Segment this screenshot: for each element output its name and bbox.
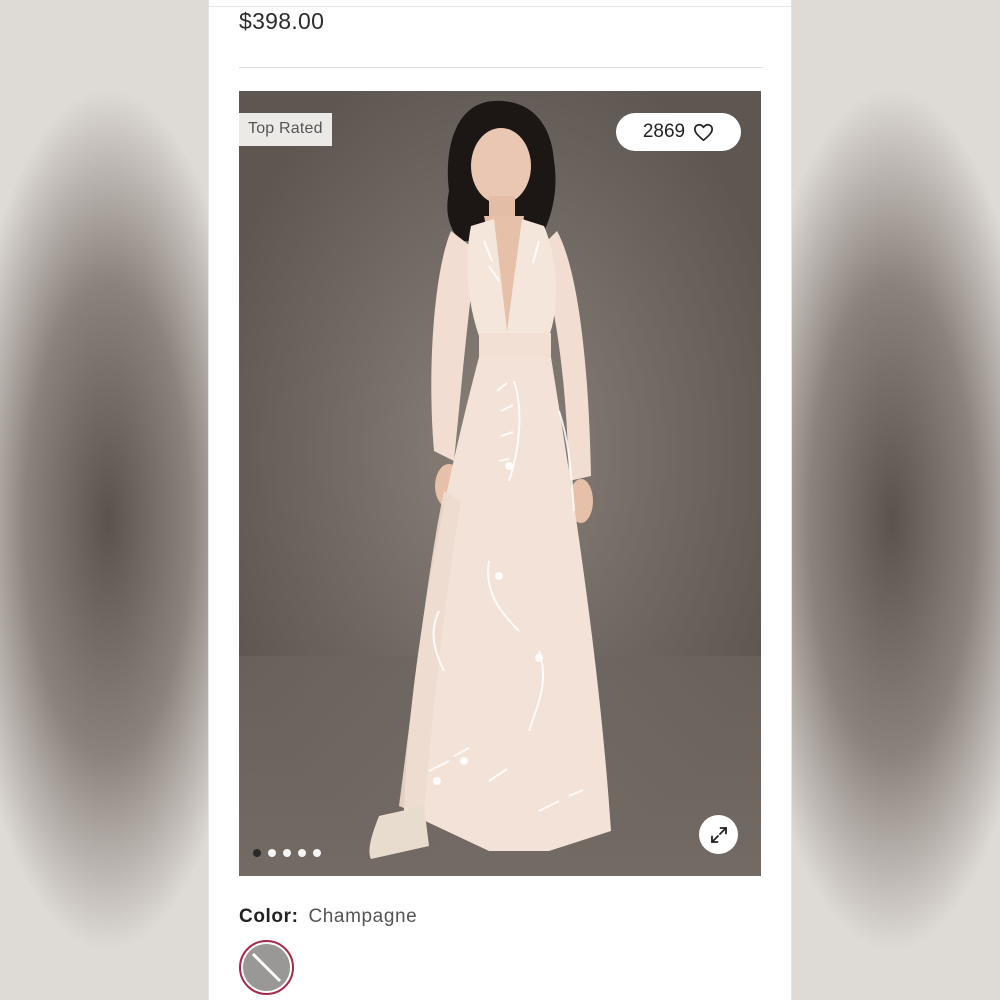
price-divider [239,67,763,68]
carousel-dots [253,849,321,857]
carousel-dot-1[interactable] [253,849,261,857]
blurred-backdrop-right [792,0,1000,1000]
likes-count: 2869 [642,121,686,142]
blurred-backdrop-left [0,0,208,1000]
product-panel: $398.00 Top Rated 2869 Color: Champagne [208,0,792,1000]
expand-icon [710,826,727,843]
model-illustration [369,100,611,859]
product-price: $398.00 [239,8,325,34]
strikethrough-swatch-icon [243,944,290,991]
color-label: Color: [239,906,299,927]
top-divider [209,6,791,7]
carousel-dot-3[interactable] [283,849,291,857]
heart-icon [694,123,714,141]
color-value: Champagne [308,906,418,927]
carousel-dot-4[interactable] [298,849,306,857]
color-swatch-champagne[interactable] [239,940,294,995]
top-rated-badge: Top Rated [239,113,332,146]
expand-image-button[interactable] [699,815,738,854]
color-selector-label: Color: Champagne [239,906,417,928]
like-button[interactable]: 2869 [616,113,741,151]
carousel-dot-5[interactable] [313,849,321,857]
product-image[interactable]: Top Rated 2869 [239,91,761,876]
carousel-dot-2[interactable] [268,849,276,857]
